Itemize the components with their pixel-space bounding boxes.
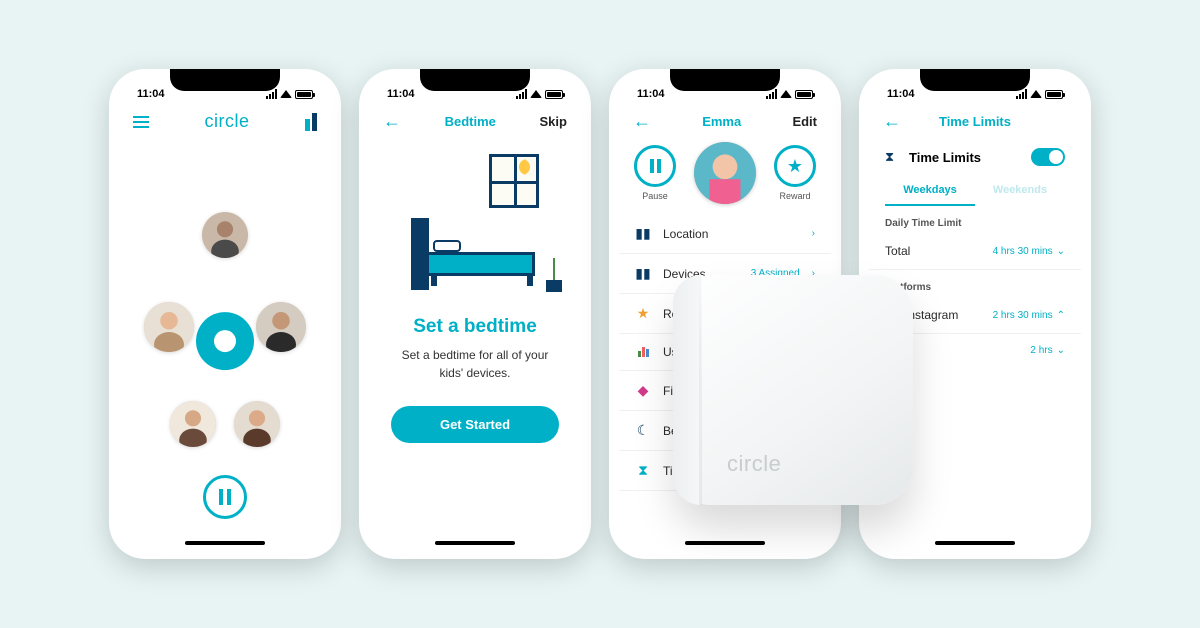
wifi-icon [780,90,792,98]
pause-all-button[interactable] [203,475,247,519]
pause-label: Pause [642,191,668,201]
back-button[interactable]: ← [383,111,401,132]
status-bar: 11:04 [369,79,581,105]
chevron-down-icon: ⌄ [1057,345,1065,356]
signal-icon [1016,89,1027,99]
chevron-up-icon: ⌃ [1057,310,1065,321]
pause-button[interactable]: Pause [634,145,676,201]
menu-icon[interactable] [133,113,149,131]
status-time: 11:04 [887,88,915,100]
phone-bedtime: 11:04 ← Bedtime Skip [359,69,591,559]
avatar[interactable] [234,401,280,447]
location-icon: ▮▮ [635,225,651,242]
signal-icon [516,89,527,99]
home-indicator [935,541,1015,545]
bedtime-icon: ☾ [635,422,651,439]
home-indicator [185,541,265,545]
reward-button[interactable]: ★ Reward [774,145,816,201]
avatar[interactable] [256,302,306,352]
bedtime-illustration [379,148,571,308]
status-time: 11:04 [637,88,665,100]
timelimits-toggle[interactable] [1031,148,1065,166]
chevron-right-icon: › [812,228,815,239]
edit-button[interactable]: Edit [792,114,817,129]
avatar[interactable] [202,212,248,258]
tab-weekends[interactable]: Weekends [975,176,1065,206]
app-brand: circle [204,111,249,132]
wifi-icon [530,90,542,98]
reward-icon: ★ [635,305,651,322]
usage-icon [635,347,651,357]
profile-name: Emma [702,114,741,129]
battery-icon [545,90,563,99]
nav-title: Time Limits [939,114,1011,129]
home-indicator [685,541,765,545]
status-time: 11:04 [137,88,165,100]
product-showcase: 11:04 circle [109,69,1091,559]
signal-icon [766,89,777,99]
hourglass-icon: ⧗ [885,149,899,165]
profile-avatar[interactable] [694,142,756,204]
time-icon: ⧗ [635,462,651,479]
status-time: 11:04 [387,88,415,100]
battery-icon [1045,90,1063,99]
tab-weekdays[interactable]: Weekdays [885,176,975,206]
status-bar: 11:04 [119,79,331,105]
section-daily: Daily Time Limit [869,206,1081,233]
page-subtitle: Set a bedtime for all of your kids' devi… [397,346,553,382]
menu-item-location[interactable]: ▮▮ Location › [619,214,831,254]
family-ring [119,138,331,549]
wifi-icon [280,90,292,98]
back-button[interactable]: ← [633,111,651,132]
filter-icon: ◆ [635,382,651,399]
moon-icon [519,159,535,175]
chevron-down-icon: ⌄ [1057,246,1065,257]
signal-icon [266,89,277,99]
page-title: Set a bedtime [369,316,581,338]
row-total[interactable]: Total 4 hrs 30 mins⌄ [869,233,1081,270]
center-ring-icon[interactable] [196,312,254,370]
nav-title: Bedtime [445,114,496,129]
avatar[interactable] [170,401,216,447]
get-started-button[interactable]: Get Started [391,406,559,443]
wifi-icon [1030,90,1042,98]
devices-icon: ▮▮ [635,265,651,282]
battery-icon [795,90,813,99]
device-brand: circle [727,451,781,477]
status-bar: 11:04 [869,79,1081,105]
skip-button[interactable]: Skip [540,114,567,129]
back-button[interactable]: ← [883,111,901,132]
avatar[interactable] [144,302,194,352]
device-status-icon[interactable] [305,113,317,131]
circle-device: circle [673,275,913,505]
battery-icon [295,90,313,99]
home-indicator [435,541,515,545]
reward-label: Reward [779,191,810,201]
status-bar: 11:04 [619,79,831,105]
phone-home: 11:04 circle [109,69,341,559]
timelimits-heading: Time Limits [909,150,981,165]
